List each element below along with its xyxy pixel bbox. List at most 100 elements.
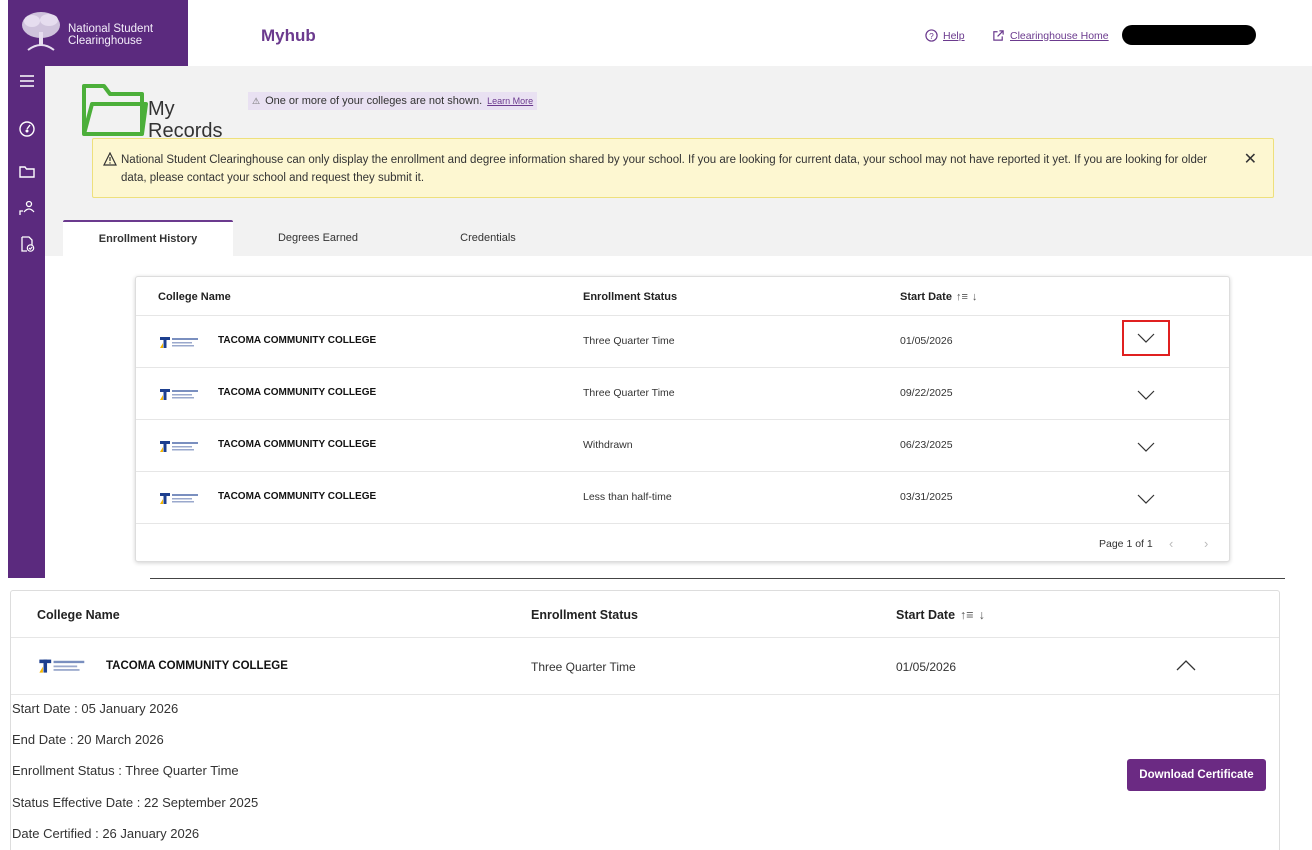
learn-more-link[interactable]: Learn More	[487, 96, 533, 106]
svg-text:?: ?	[929, 31, 934, 41]
column-header-status: Enrollment Status	[531, 608, 638, 622]
document-check-icon	[20, 236, 34, 252]
detail-enrollment-status: Enrollment Status : Three Quarter Time	[12, 763, 239, 778]
download-certificate-button[interactable]: Download Certificate	[1127, 759, 1266, 791]
folder-icon	[18, 166, 35, 178]
records-screenshot: National Student Clearinghouse Myhub ? H…	[0, 0, 1312, 578]
collapse-row-button[interactable]	[1171, 654, 1201, 676]
screenshot-divider	[150, 578, 1285, 579]
clearinghouse-home-label: Clearinghouse Home	[1010, 29, 1109, 42]
person-icon	[18, 200, 34, 215]
chevron-down-icon	[1137, 333, 1155, 343]
sidebar-item-verifications[interactable]	[8, 229, 45, 259]
page-title: My Records	[148, 98, 222, 142]
table-row-expanded[interactable]: TACOMA COMMUNITY COLLEGE Three Quarter T…	[11, 638, 1279, 695]
expand-row-button[interactable]	[1122, 432, 1170, 462]
sidebar-item-profile[interactable]	[8, 193, 45, 223]
column-header-college: College Name	[37, 608, 120, 622]
column-header-start-date[interactable]: Start Date ↑≡ ↓	[900, 291, 977, 303]
brand-name-line1: National Student	[68, 23, 154, 35]
college-name: TACOMA COMMUNITY COLLEGE	[218, 491, 377, 502]
sidebar-menu-toggle[interactable]	[8, 66, 45, 96]
start-date: 03/31/2025	[900, 491, 953, 503]
chevron-down-icon	[1137, 390, 1155, 400]
tacoma-college-logo	[160, 441, 198, 452]
brand-name-line2: Clearinghouse	[68, 35, 143, 47]
records-folder-icon	[82, 84, 148, 136]
table-header: College Name Enrollment Status Start Dat…	[136, 277, 1229, 316]
tacoma-college-logo	[160, 337, 198, 348]
table-row[interactable]: TACOMA COMMUNITY COLLEGE Three Quarter T…	[136, 368, 1229, 420]
user-menu-redacted[interactable]	[1122, 25, 1256, 45]
previous-page-button[interactable]: ‹	[1169, 536, 1173, 551]
hidden-colleges-text: One or more of your colleges are not sho…	[265, 95, 483, 107]
next-page-button[interactable]: ›	[1204, 536, 1208, 551]
chevron-down-icon	[1137, 494, 1155, 504]
tacoma-college-logo	[39, 659, 85, 673]
expand-row-button[interactable]	[1122, 320, 1170, 356]
tacoma-college-logo	[160, 493, 198, 504]
tacoma-college-logo	[160, 389, 198, 400]
start-date: 01/05/2026	[900, 335, 953, 347]
top-header: National Student Clearinghouse Myhub ? H…	[0, 0, 1312, 66]
brand-logo[interactable]: National Student Clearinghouse	[8, 0, 188, 66]
table-header: College Name Enrollment Status Start Dat…	[11, 591, 1279, 638]
table-row[interactable]: TACOMA COMMUNITY COLLEGE Withdrawn 06/23…	[136, 420, 1229, 472]
main-content: My Records ⚠ One or more of your college…	[45, 66, 1312, 578]
sort-order-icon[interactable]: ↑≡	[960, 608, 974, 622]
tab-degrees-earned[interactable]: Degrees Earned	[233, 220, 403, 256]
detail-end-date: End Date : 20 March 2026	[12, 732, 164, 747]
page-indicator: Page 1 of 1	[1099, 538, 1153, 550]
page-title-line1: My	[148, 98, 175, 120]
expanded-row-screenshot: College Name Enrollment Status Start Dat…	[0, 588, 1312, 850]
enrollment-status: Three Quarter Time	[531, 660, 636, 674]
enrollment-status: Three Quarter Time	[583, 335, 675, 347]
expand-row-button[interactable]	[1122, 484, 1170, 514]
college-name: TACOMA COMMUNITY COLLEGE	[106, 660, 288, 672]
dashboard-icon	[18, 121, 35, 137]
column-header-start-date[interactable]: Start Date ↑≡ ↓	[896, 608, 985, 622]
enrollment-table: College Name Enrollment Status Start Dat…	[135, 276, 1230, 562]
close-icon[interactable]: ✕	[1244, 149, 1257, 169]
college-name: TACOMA COMMUNITY COLLEGE	[218, 387, 377, 398]
help-label: Help	[943, 29, 965, 42]
detail-status-effective-date: Status Effective Date : 22 September 202…	[12, 795, 259, 810]
start-date-header-label: Start Date	[900, 291, 952, 303]
sort-descending-icon[interactable]: ↓	[972, 291, 978, 303]
sidebar-item-dashboard[interactable]	[8, 114, 45, 144]
detail-start-date: Start Date : 05 January 2026	[12, 701, 179, 716]
chevron-up-icon	[1176, 659, 1196, 670]
table-pagination: Page 1 of 1 ‹ ›	[136, 524, 1229, 562]
tab-credentials[interactable]: Credentials	[403, 220, 573, 256]
warning-icon: ⚠	[252, 95, 261, 106]
help-link[interactable]: ? Help	[925, 29, 965, 42]
help-icon: ?	[925, 29, 938, 42]
start-date: 01/05/2026	[896, 660, 957, 674]
table-row[interactable]: TACOMA COMMUNITY COLLEGE Less than half-…	[136, 472, 1229, 524]
start-date: 06/23/2025	[900, 439, 953, 451]
alert-message: National Student Clearinghouse can only …	[121, 154, 1208, 184]
external-link-icon	[993, 30, 1004, 41]
detail-date-certified: Date Certified : 26 January 2026	[12, 826, 200, 841]
table-row[interactable]: TACOMA COMMUNITY COLLEGE Three Quarter T…	[136, 316, 1229, 368]
records-tabs: Enrollment History Degrees Earned Creden…	[63, 220, 573, 256]
column-header-college: College Name	[158, 291, 231, 303]
warning-triangle-icon	[103, 152, 117, 166]
college-name: TACOMA COMMUNITY COLLEGE	[218, 439, 377, 450]
sidebar	[8, 66, 45, 578]
tab-enrollment-history[interactable]: Enrollment History	[63, 220, 233, 256]
menu-icon	[19, 75, 34, 87]
sidebar-item-records[interactable]	[8, 157, 45, 187]
sort-order-icon[interactable]: ↑≡	[956, 291, 968, 303]
sort-descending-icon[interactable]: ↓	[979, 608, 985, 622]
clearinghouse-home-link[interactable]: Clearinghouse Home	[992, 29, 1109, 42]
expand-row-button[interactable]	[1122, 380, 1170, 410]
start-date: 09/22/2025	[900, 387, 953, 399]
data-availability-alert: National Student Clearinghouse can only …	[92, 138, 1274, 198]
start-date-header-label: Start Date	[896, 608, 956, 622]
enrollment-history-panel: College Name Enrollment Status Start Dat…	[45, 256, 1312, 578]
enrollment-status: Less than half-time	[583, 491, 672, 503]
enrollment-status: Withdrawn	[583, 439, 633, 451]
column-header-status: Enrollment Status	[583, 291, 678, 303]
app-title: Myhub	[261, 26, 316, 45]
